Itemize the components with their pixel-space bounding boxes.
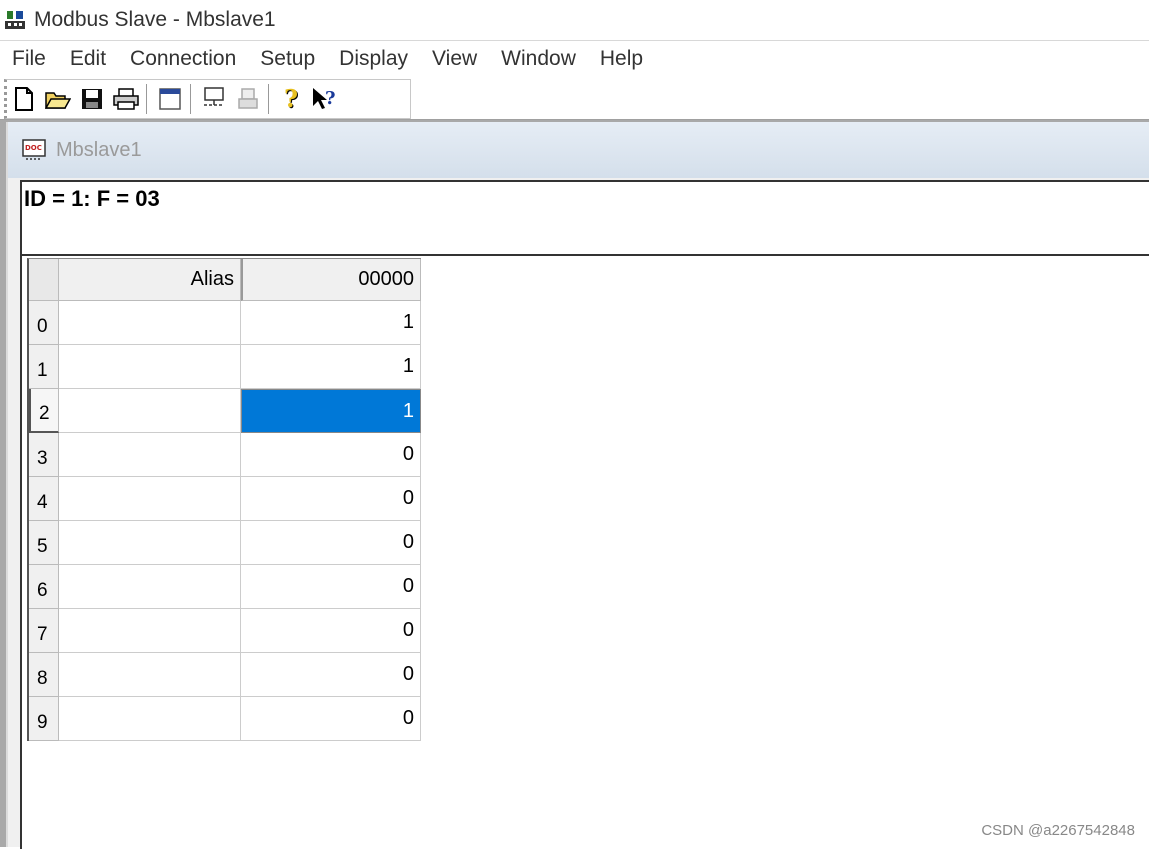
row-header[interactable]: 4 [29, 477, 59, 521]
grid-header-row: Alias 00000 [29, 259, 421, 301]
window-icon[interactable] [155, 84, 185, 114]
row-header[interactable]: 6 [29, 565, 59, 609]
alias-cell[interactable] [59, 433, 241, 477]
info-divider [22, 254, 1149, 256]
row-header[interactable]: 9 [29, 697, 59, 741]
table-row: 40 [29, 477, 421, 521]
row-header[interactable]: 8 [29, 653, 59, 697]
open-icon[interactable] [43, 84, 73, 114]
table-row: 11 [29, 345, 421, 389]
register-cell[interactable]: 0 [241, 653, 421, 697]
row-header[interactable]: 2 [29, 389, 59, 433]
register-cell[interactable]: 0 [241, 609, 421, 653]
child-client: ID = 1: F = 03 Alias 00000 0111213040506… [20, 180, 1149, 849]
row-header[interactable]: 1 [29, 345, 59, 389]
disconnect-icon[interactable] [233, 84, 263, 114]
register-cell[interactable]: 0 [241, 433, 421, 477]
alias-cell[interactable] [59, 653, 241, 697]
register-grid: Alias 00000 01112130405060708090 [27, 258, 421, 741]
column-header-register[interactable]: 00000 [241, 259, 421, 301]
register-cell[interactable]: 0 [241, 477, 421, 521]
alias-cell[interactable] [59, 609, 241, 653]
toolbar-separator [268, 84, 272, 114]
child-title-bar[interactable]: DOC Mbslave1 [8, 122, 1149, 178]
alias-cell[interactable] [59, 521, 241, 565]
child-window: DOC Mbslave1 ID = 1: F = 03 Alias 00000 … [6, 122, 1149, 849]
svg-text:DOC: DOC [25, 144, 42, 152]
alias-cell[interactable] [59, 477, 241, 521]
connect-icon[interactable] [199, 84, 229, 114]
register-cell[interactable]: 0 [241, 521, 421, 565]
row-header[interactable]: 7 [29, 609, 59, 653]
mdi-client-area: DOC Mbslave1 ID = 1: F = 03 Alias 00000 … [0, 120, 1149, 849]
table-row: 21 [29, 389, 421, 433]
menu-setup[interactable]: Setup [248, 47, 327, 71]
row-header[interactable]: 3 [29, 433, 59, 477]
menu-connection[interactable]: Connection [118, 47, 248, 71]
child-window-title: Mbslave1 [56, 138, 142, 161]
menu-view[interactable]: View [420, 47, 489, 71]
column-header-alias[interactable]: Alias [59, 259, 241, 301]
table-row: 70 [29, 609, 421, 653]
menu-edit[interactable]: Edit [58, 47, 118, 71]
menu-window[interactable]: Window [489, 47, 588, 71]
alias-cell[interactable] [59, 345, 241, 389]
title-bar: Modbus Slave - Mbslave1 [0, 0, 1149, 40]
alias-cell[interactable] [59, 565, 241, 609]
modbus-slave-icon [4, 9, 26, 31]
alias-cell[interactable] [59, 301, 241, 345]
table-row: 90 [29, 697, 421, 741]
table-row: 50 [29, 521, 421, 565]
menu-help[interactable]: Help [588, 47, 655, 71]
alias-cell[interactable] [59, 697, 241, 741]
toolbar-separator [146, 84, 150, 114]
register-cell[interactable]: 1 [241, 345, 421, 389]
svg-text:?: ? [284, 86, 298, 112]
register-cell[interactable]: 1 [241, 301, 421, 345]
window-title: Modbus Slave - Mbslave1 [34, 8, 276, 31]
menu-display[interactable]: Display [327, 47, 420, 71]
toolbar-separator [190, 84, 194, 114]
table-row: 01 [29, 301, 421, 345]
document-icon: DOC [22, 139, 46, 161]
watermark: CSDN @a2267542848 [981, 822, 1135, 839]
menu-bar: File Edit Connection Setup Display View … [0, 40, 1149, 78]
table-row: 80 [29, 653, 421, 697]
slave-info: ID = 1: F = 03 [24, 186, 160, 211]
print-icon[interactable] [111, 84, 141, 114]
new-icon[interactable] [9, 84, 39, 114]
row-header[interactable]: 0 [29, 301, 59, 345]
svg-text:?: ? [325, 88, 336, 109]
grid-corner[interactable] [29, 259, 59, 301]
row-header[interactable]: 5 [29, 521, 59, 565]
table-row: 60 [29, 565, 421, 609]
context-help-icon[interactable]: ? [311, 84, 341, 114]
menu-file[interactable]: File [0, 47, 58, 71]
alias-cell[interactable] [59, 389, 241, 433]
table-row: 30 [29, 433, 421, 477]
register-cell[interactable]: 0 [241, 697, 421, 741]
register-cell-selected[interactable]: 1 [241, 389, 421, 433]
toolbar: ?? ? [0, 77, 1149, 120]
help-icon[interactable]: ?? [277, 84, 307, 114]
save-icon[interactable] [77, 84, 107, 114]
register-cell[interactable]: 0 [241, 565, 421, 609]
